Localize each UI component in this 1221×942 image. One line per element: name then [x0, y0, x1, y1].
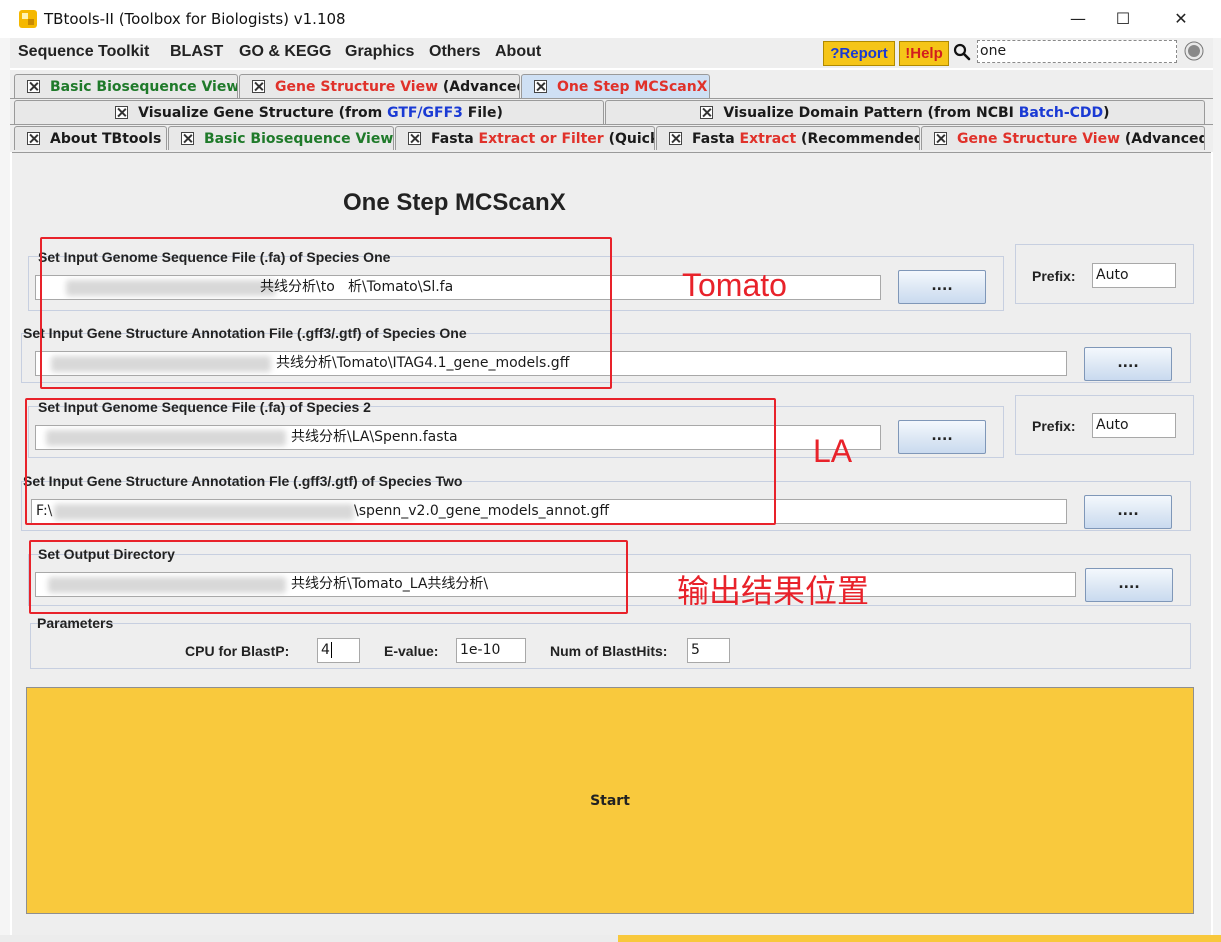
evalue-label: E-value:: [384, 643, 439, 659]
cpu-value: 4: [321, 642, 330, 658]
tab-visualize-domain-pattern[interactable]: Visualize Domain Pattern (from NCBI Batc…: [605, 100, 1205, 124]
menu-sequence-toolkit[interactable]: Sequence Toolkit: [18, 43, 149, 61]
menu-blast[interactable]: BLAST: [170, 43, 223, 61]
evalue-input[interactable]: 1e-10: [456, 638, 526, 663]
tab-visualize-gene-structure[interactable]: Visualize Gene Structure (from GTF/GFF3 …: [14, 100, 604, 124]
tbtools-app-icon: [19, 10, 37, 28]
minimize-button[interactable]: —: [1056, 6, 1100, 32]
tab-label: Fasta: [692, 130, 740, 147]
annotation-box-species1: [40, 237, 612, 389]
prefix1-input[interactable]: Auto: [1092, 263, 1176, 288]
blasthits-input[interactable]: 5: [687, 638, 730, 663]
tab-label-suffix: (Advanced): [1124, 130, 1204, 147]
annotation-box-output: [29, 540, 628, 614]
tab-fasta-extract-recommended[interactable]: Fasta Extract (Recommended): [656, 126, 920, 150]
tab-label: Basic Biosequence View: [204, 130, 394, 147]
background-window-edge-right: [1213, 38, 1221, 942]
tab-label: One Step MCScanX: [557, 78, 708, 95]
page-title: One Step MCScanX: [343, 189, 566, 216]
tab-row-divider: [10, 124, 1213, 125]
close-tab-icon[interactable]: [252, 80, 265, 93]
text-caret: [330, 642, 332, 658]
search-icon[interactable]: [953, 43, 971, 61]
start-button[interactable]: Start: [26, 687, 1194, 914]
tab-label: Fasta: [431, 130, 479, 147]
tab-label: Gene Structure View: [275, 78, 439, 95]
genome2-browse-button[interactable]: ....: [898, 420, 986, 454]
tab-row-divider: [10, 98, 1213, 99]
tab-label-highlight: Batch-CDD: [1018, 104, 1104, 121]
radio-toggle-icon[interactable]: [1184, 41, 1204, 61]
help-button[interactable]: !Help: [899, 41, 949, 66]
background-window-edge: [0, 38, 10, 942]
search-input[interactable]: one: [977, 40, 1177, 63]
close-tab-icon[interactable]: [534, 80, 547, 93]
tab-fasta-extract-filter[interactable]: Fasta Extract or Filter (Quick): [395, 126, 655, 150]
prefix1-label: Prefix:: [1032, 268, 1076, 284]
tab-about-tbtools[interactable]: About TBtools: [14, 126, 167, 150]
annotation-output: 输出结果位置: [677, 573, 870, 609]
close-tab-icon[interactable]: [700, 106, 714, 119]
menu-graphics[interactable]: Graphics: [345, 43, 414, 61]
menu-about[interactable]: About: [495, 43, 541, 61]
tab-gene-structure-view-advanced-2[interactable]: Gene Structure View (Advanced): [921, 126, 1205, 150]
blasthits-label: Num of BlastHits:: [550, 643, 668, 659]
tab-label-suffix: (Quick): [608, 130, 654, 147]
tab-label-suffix: (Advanced): [442, 78, 519, 95]
tab-label: Basic Biosequence View: [50, 78, 238, 95]
close-tab-icon[interactable]: [27, 132, 40, 145]
tab-label-suffix: File): [462, 104, 503, 121]
tab-label-suffix: ): [1103, 104, 1110, 121]
tab-label-suffix: (Recommended): [796, 130, 920, 147]
annotation-species2: LA: [813, 433, 853, 469]
tab-one-step-mcscanx[interactable]: One Step MCScanX: [521, 74, 710, 98]
gff2-browse-button[interactable]: ....: [1084, 495, 1172, 529]
close-button[interactable]: ✕: [1159, 6, 1203, 32]
tab-gene-structure-view-advanced[interactable]: Gene Structure View (Advanced): [239, 74, 520, 98]
tab-basic-biosequence-view-2[interactable]: Basic Biosequence View: [168, 126, 394, 150]
tab-label: Visualize Gene Structure (from: [138, 104, 388, 121]
prefix2-input[interactable]: Auto: [1092, 413, 1176, 438]
tab-label: Gene Structure View: [957, 130, 1121, 147]
parameters-label: Parameters: [37, 615, 114, 631]
cpu-input[interactable]: 4: [317, 638, 360, 663]
close-tab-icon[interactable]: [934, 132, 947, 145]
background-yellow-strip: [618, 935, 1221, 942]
close-tab-icon[interactable]: [27, 80, 40, 93]
maximize-button[interactable]: ☐: [1101, 6, 1145, 32]
menu-go-kegg[interactable]: GO & KEGG: [239, 43, 331, 61]
cpu-label: CPU for BlastP:: [185, 643, 290, 659]
window-title: TBtools-II (Toolbox for Biologists) v1.1…: [44, 10, 346, 28]
prefix2-label: Prefix:: [1032, 418, 1076, 434]
tab-label-highlight: Extract or Filter: [478, 130, 604, 147]
annotation-species1: Tomato: [682, 267, 787, 303]
close-tab-icon[interactable]: [181, 132, 194, 145]
tab-basic-biosequence-view[interactable]: Basic Biosequence View: [14, 74, 238, 98]
tab-label: About TBtools: [50, 130, 162, 147]
tab-label: Visualize Domain Pattern (from NCBI: [723, 104, 1019, 121]
close-tab-icon[interactable]: [115, 106, 129, 119]
start-label: Start: [590, 792, 630, 809]
menu-others[interactable]: Others: [429, 43, 481, 61]
annotation-box-species2: [25, 398, 776, 525]
genome1-browse-button[interactable]: ....: [898, 270, 986, 304]
close-tab-icon[interactable]: [408, 132, 421, 145]
report-button[interactable]: ?Report: [823, 41, 895, 66]
close-tab-icon[interactable]: [669, 132, 682, 145]
tab-label-highlight: GTF/GFF3: [387, 104, 463, 121]
gff1-browse-button[interactable]: ....: [1084, 347, 1172, 381]
output-browse-button[interactable]: ....: [1085, 568, 1173, 602]
tab-label-highlight: Extract: [739, 130, 797, 147]
